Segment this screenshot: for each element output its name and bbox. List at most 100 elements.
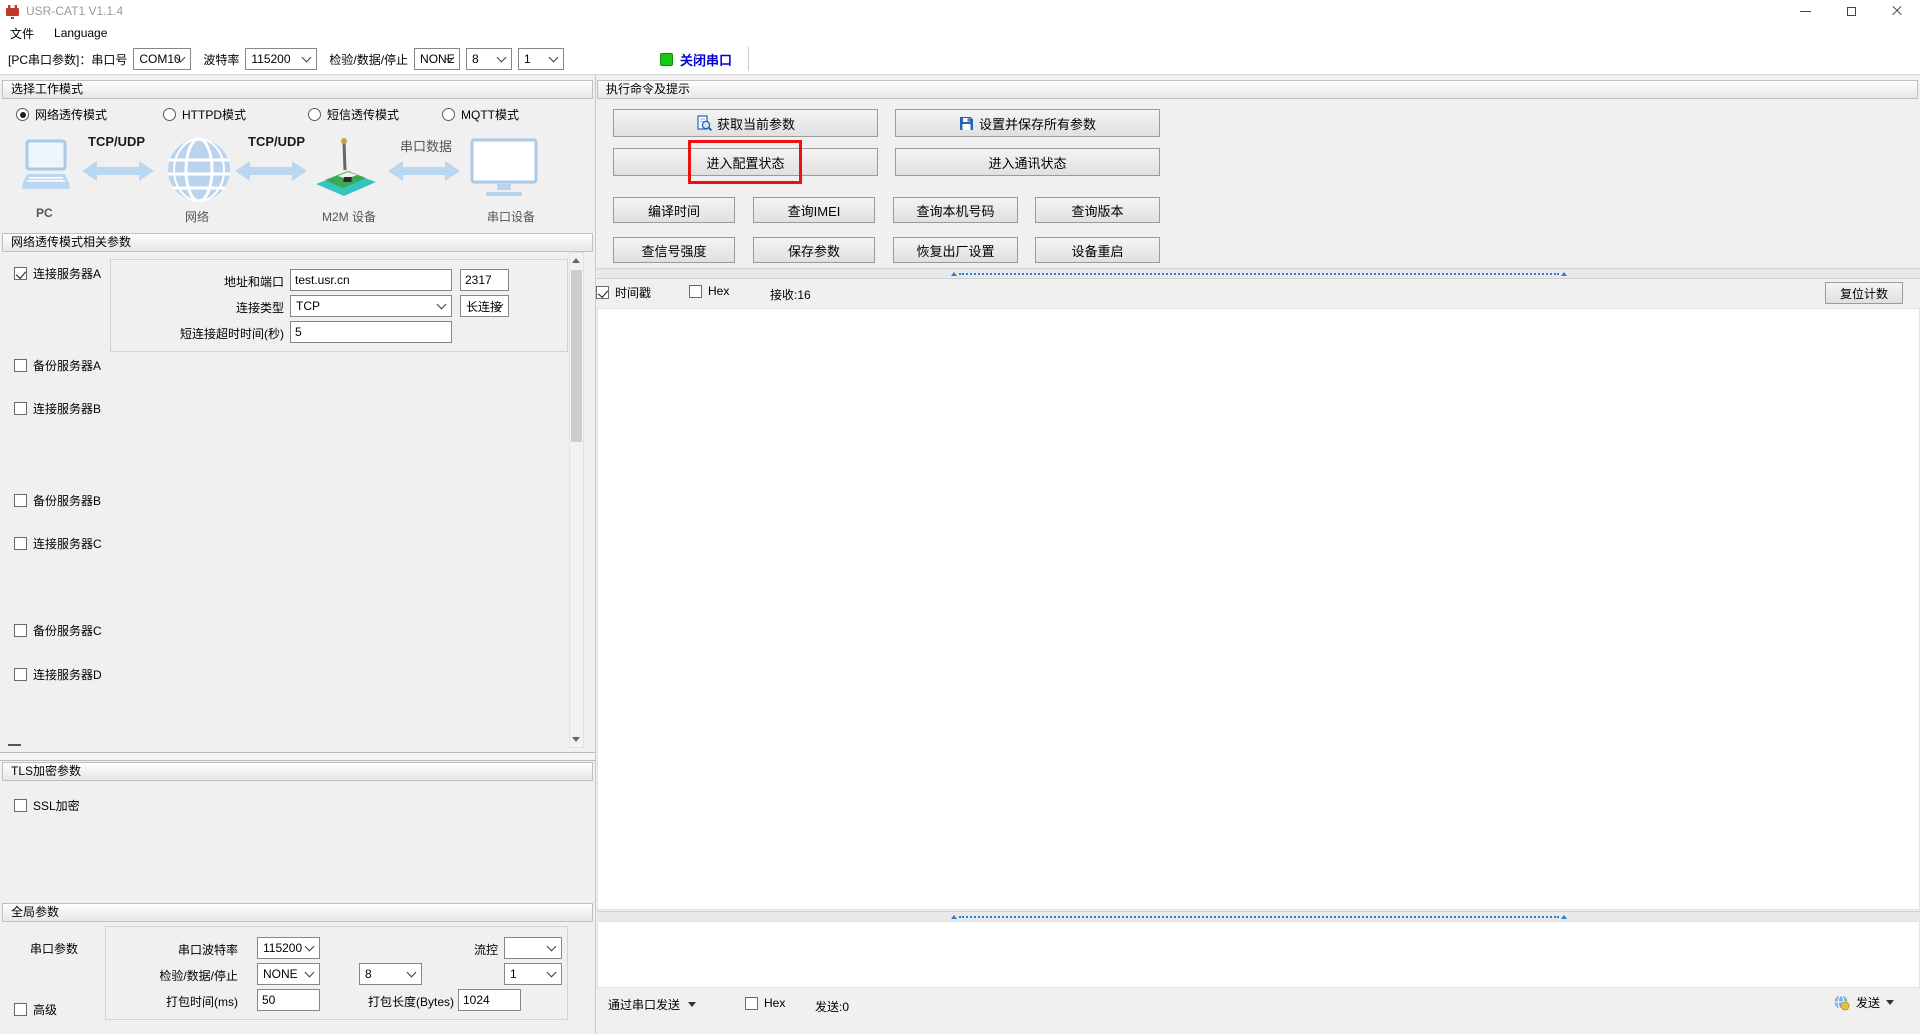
recv-count-label: 接收:16	[770, 286, 811, 303]
command-button[interactable]: 查询IMEI	[753, 197, 875, 223]
enter-config-button[interactable]: 进入配置状态	[613, 148, 878, 176]
keepalive-select[interactable]: 长连接	[460, 295, 509, 317]
server-label: 备份服务器B	[33, 492, 101, 509]
parity-select[interactable]: NONE	[414, 48, 460, 70]
menu-file[interactable]: 文件	[0, 22, 44, 44]
timeout-input[interactable]: 5	[290, 321, 452, 343]
advanced-checkbox-row[interactable]: 高级	[14, 1001, 57, 1018]
set-save-params-button[interactable]: 设置并保存所有参数	[895, 109, 1160, 137]
tls-section-header: TLS加密参数	[2, 762, 593, 781]
command-button[interactable]: 编译时间	[613, 197, 735, 223]
toolbar-separator	[748, 47, 749, 71]
chevron-down-icon	[302, 53, 312, 63]
log-splitter[interactable]	[597, 268, 1920, 279]
left-horizontal-splitter[interactable]	[0, 752, 595, 761]
g-databits-select[interactable]: 8	[359, 963, 422, 985]
panel-divider[interactable]	[595, 75, 596, 1034]
close-port-button[interactable]: 关闭串口	[660, 50, 732, 69]
get-params-button[interactable]: 获取当前参数	[613, 109, 878, 137]
radio-icon	[16, 108, 29, 121]
port-select[interactable]: COM10	[133, 48, 191, 70]
flow-select[interactable]	[504, 937, 562, 959]
link3-label: 串口数据	[400, 136, 452, 155]
link1-label: TCP/UDP	[88, 134, 145, 149]
ssl-checkbox-row[interactable]: SSL加密	[14, 797, 80, 814]
workmode-radio-option[interactable]: 短信透传模式	[308, 106, 399, 123]
maximize-icon	[1847, 7, 1856, 16]
hex-send-checkbox-row[interactable]: Hex	[745, 996, 785, 1010]
close-button[interactable]	[1874, 0, 1920, 22]
m2m-device-icon	[310, 134, 380, 204]
command-button[interactable]: 保存参数	[753, 237, 875, 263]
minimize-button[interactable]	[1782, 0, 1828, 22]
hex-display-checkbox-row[interactable]: Hex	[689, 284, 729, 298]
scroll-down-icon[interactable]	[572, 737, 580, 742]
maximize-button[interactable]	[1828, 0, 1874, 22]
workmode-radio-option[interactable]: 网络透传模式	[16, 106, 107, 123]
m2m-label: M2M 设备	[322, 208, 376, 225]
title-bar: USR-CAT1 V1.1.4	[0, 0, 1920, 22]
log-line	[608, 458, 1909, 482]
workmode-radio-option[interactable]: MQTT模式	[442, 106, 519, 123]
packlen-label: 打包长度(Bytes)	[354, 993, 454, 1010]
g-stopbits-select[interactable]: 1	[504, 963, 562, 985]
scrollbar-thumb[interactable]	[571, 270, 582, 442]
workmode-radio-option[interactable]: HTTPD模式	[163, 106, 246, 123]
server-port-input[interactable]: 2317	[460, 269, 509, 291]
arrow-icon	[388, 160, 460, 182]
packlen-input[interactable]: 1024	[458, 989, 521, 1011]
enter-comm-button[interactable]: 进入通讯状态	[895, 148, 1160, 176]
chevron-down-icon	[497, 53, 507, 63]
menu-bar: 文件 Language	[0, 22, 1920, 44]
server-checkbox-row[interactable]: 连接服务器B	[14, 400, 101, 417]
params-scrollbar[interactable]	[569, 252, 584, 748]
splitter-handle-icon[interactable]	[951, 272, 1567, 276]
server-checkbox-row[interactable]: 连接服务器C	[14, 535, 102, 552]
command-button[interactable]: 设备重启	[1035, 237, 1160, 263]
pc-icon	[15, 138, 77, 200]
server-a-checkbox-row[interactable]: 连接服务器A	[14, 265, 101, 282]
app-window: USR-CAT1 V1.1.4 文件 Language [PC串口参数]：串口号…	[0, 0, 1920, 1034]
server-checkbox-row[interactable]: 连接服务器D	[14, 666, 102, 683]
log-line	[608, 410, 1909, 434]
menu-language[interactable]: Language	[44, 22, 117, 44]
log-line	[608, 530, 1909, 554]
server-checkbox-row[interactable]: 备份服务器C	[14, 622, 102, 639]
timestamp-checkbox-row[interactable]: 时间戳	[596, 284, 651, 301]
log-view[interactable]	[597, 308, 1920, 910]
send-button[interactable]: 发送	[1833, 994, 1894, 1011]
arrow-icon	[82, 160, 154, 182]
reset-counter-button[interactable]: 复位计数	[1825, 282, 1903, 304]
baud-select[interactable]: 115200	[245, 48, 317, 70]
minimize-icon	[1800, 11, 1811, 12]
workmode-section-header: 选择工作模式	[2, 80, 593, 99]
command-button-row: 编译时间查询IMEI 查询本机号码查询版本	[597, 197, 1920, 223]
g-parity-select[interactable]: NONE	[257, 963, 320, 985]
splitter-handle-icon[interactable]	[951, 915, 1567, 919]
g-parity-label: 检验/数据/停止	[106, 967, 238, 984]
server-checkbox-row[interactable]: 备份服务器A	[14, 357, 101, 374]
databits-select[interactable]: 8	[466, 48, 512, 70]
send-input-area[interactable]	[597, 921, 1920, 988]
baud-label: 波特率	[203, 51, 239, 68]
checkbox-icon	[689, 285, 702, 298]
server-label: 备份服务器A	[33, 357, 101, 374]
scroll-up-icon[interactable]	[572, 258, 580, 263]
command-button[interactable]: 查信号强度	[613, 237, 735, 263]
global-section-header: 全局参数	[2, 903, 593, 922]
chevron-down-icon	[547, 968, 557, 978]
send-mode-select[interactable]: 通过串口发送	[608, 996, 696, 1013]
checkbox-icon	[14, 1003, 27, 1016]
packtime-input[interactable]: 50	[257, 989, 320, 1011]
command-button[interactable]: 恢复出厂设置	[893, 237, 1018, 263]
command-button[interactable]: 查询版本	[1035, 197, 1160, 223]
command-button[interactable]: 查询本机号码	[893, 197, 1018, 223]
workmode-radio-group: 网络透传模式 HTTPD模式 短信透传模式 MQTT模式	[0, 106, 595, 124]
g-baud-select[interactable]: 115200	[257, 937, 320, 959]
stopbits-select[interactable]: 1	[518, 48, 564, 70]
conn-type-select[interactable]: TCP	[290, 295, 452, 317]
server-checkbox-row[interactable]: 备份服务器B	[14, 492, 101, 509]
pc-label: PC	[36, 206, 53, 220]
server-address-input[interactable]: test.usr.cn	[290, 269, 452, 291]
timestamp-label: 时间戳	[615, 284, 651, 301]
